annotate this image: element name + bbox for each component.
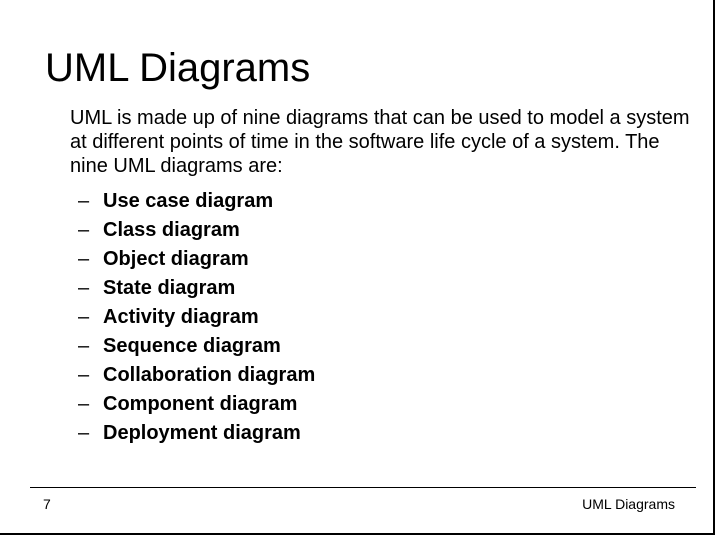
list-item-label: Object diagram xyxy=(103,248,249,270)
list-item-label: Use case diagram xyxy=(103,190,274,212)
diagram-list: – Use case diagram – Class diagram – Obj… xyxy=(78,187,315,448)
dash-bullet: – xyxy=(78,393,90,415)
footer-divider xyxy=(30,487,696,488)
dash-bullet: – xyxy=(78,306,90,328)
dash-bullet: – xyxy=(78,190,90,212)
slide: UML Diagrams UML is made up of nine diag… xyxy=(0,0,715,535)
list-item: – State diagram xyxy=(78,274,315,303)
intro-paragraph: UML is made up of nine diagrams that can… xyxy=(70,107,690,177)
list-item: – Use case diagram xyxy=(78,187,315,216)
dash-bullet: – xyxy=(78,364,90,386)
list-item-label: Collaboration diagram xyxy=(103,364,316,386)
footer-title: UML Diagrams xyxy=(582,496,675,512)
list-item-label: Deployment diagram xyxy=(103,422,301,444)
page-number: 7 xyxy=(43,496,51,512)
list-item: – Class diagram xyxy=(78,216,315,245)
list-item-label: Component diagram xyxy=(103,393,298,415)
dash-bullet: – xyxy=(78,248,90,270)
list-item: – Object diagram xyxy=(78,245,315,274)
list-item-label: State diagram xyxy=(103,277,236,299)
list-item: – Component diagram xyxy=(78,390,315,419)
slide-title: UML Diagrams xyxy=(45,46,311,90)
list-item-label: Activity diagram xyxy=(103,306,259,328)
list-item: – Deployment diagram xyxy=(78,419,315,448)
list-item-label: Sequence diagram xyxy=(103,335,281,357)
list-item: – Activity diagram xyxy=(78,303,315,332)
dash-bullet: – xyxy=(78,219,90,241)
dash-bullet: – xyxy=(78,277,90,299)
list-item-label: Class diagram xyxy=(103,219,240,241)
list-item: – Sequence diagram xyxy=(78,332,315,361)
list-item: – Collaboration diagram xyxy=(78,361,315,390)
dash-bullet: – xyxy=(78,422,90,444)
dash-bullet: – xyxy=(78,335,90,357)
